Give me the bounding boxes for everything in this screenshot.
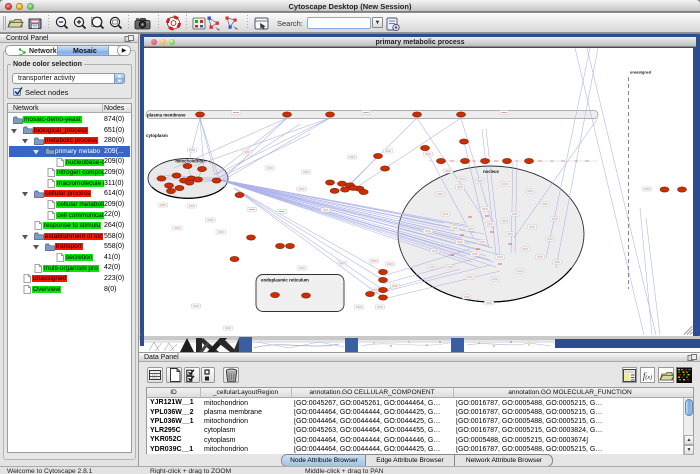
svg-text:plasma membrane: plasma membrane (147, 112, 186, 117)
svg-text:nucleus: nucleus (483, 169, 499, 174)
svg-text:endoplasmic reticulum: endoplasmic reticulum (261, 278, 309, 283)
svg-text:cytoplasm: cytoplasm (146, 133, 168, 138)
svg-text:unassigned: unassigned (630, 71, 652, 75)
